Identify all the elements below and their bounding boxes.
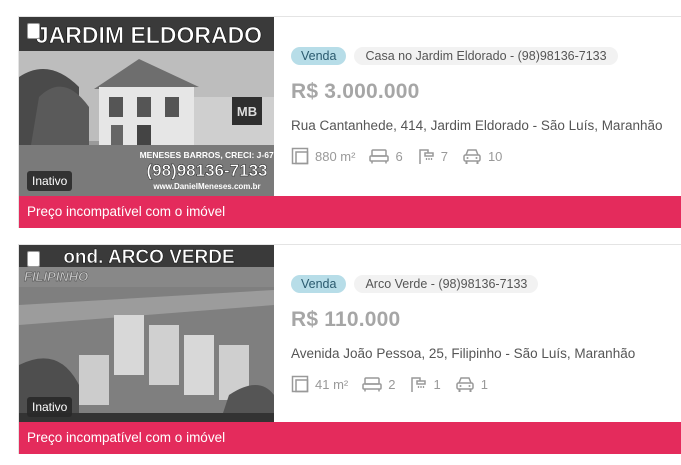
parking-value: 1 [480,376,488,392]
photo-banner-text: ond. ARCO VERDE [63,247,234,268]
shower-icon [418,149,434,164]
shower-icon [411,377,427,392]
deal-type-badge: Venda [291,275,347,293]
area-value: 880 m² [315,148,356,164]
car-icon [463,148,481,164]
listing-title[interactable]: Casa no Jardim Eldorado - (98)98136-7133 [354,47,618,65]
bookmark-icon[interactable] [27,251,40,267]
feature-parking: 10 [462,148,502,165]
feature-parking: 1 [455,376,488,393]
bed-icon [369,149,390,164]
bathrooms-value: 1 [433,376,441,392]
status-badge: Inativo [27,397,73,417]
listing-photo-image: JARDIM ELDORADO MB MENESES BARROS, CRECI… [19,17,274,197]
photo-banner-text: JARDIM ELDORADO [36,22,262,48]
listing-card[interactable]: JARDIM ELDORADO MB MENESES BARROS, CRECI… [18,16,681,228]
area-icon [291,147,309,165]
bed-icon [362,377,382,392]
svg-text:MB: MB [237,104,257,119]
listing-price: R$ 3.000.000 [291,80,420,103]
bookmark-icon[interactable] [27,23,40,39]
listing-price: R$ 110.000 [291,308,401,331]
listing-photo[interactable]: JARDIM ELDORADO MB MENESES BARROS, CRECI… [19,17,274,197]
feature-bedrooms: 2 [362,376,395,392]
feature-area: 41 m² [291,375,348,393]
parking-value: 10 [487,148,503,164]
bedrooms-value: 2 [388,376,396,392]
listing-info: Venda Casa no Jardim Eldorado - (98)9813… [291,47,671,165]
listing-card[interactable]: ond. ARCO VERDE FILIPINHO Inativo Venda … [18,244,681,454]
feature-bathrooms: 7 [417,147,448,165]
photo-site-text: www.DanielMeneses.com.br [152,182,260,191]
area-icon [291,375,309,393]
listing-address: Avenida João Pessoa, 25, Filipinho - São… [291,346,636,361]
photo-phone-text: (98)98136-7133 [147,161,268,180]
feature-bathrooms: 1 [409,375,441,393]
price-warning-banner: Preço incompatível com o imóvel [19,422,681,454]
deal-type-badge: Venda [291,47,347,65]
bathrooms-value: 7 [440,148,448,164]
listing-address: Rua Cantanhede, 414, Jardim Eldorado - S… [291,118,663,133]
photo-contact-text: MENESES BARROS, CRECI: J-676 [140,150,274,160]
area-value: 41 m² [315,376,349,392]
feature-area: 880 m² [291,147,355,165]
status-badge: Inativo [27,171,73,191]
bedrooms-value: 6 [395,148,403,164]
feature-bedrooms: 6 [369,148,403,164]
listing-features: 41 m² 2 1 1 [291,375,671,393]
listing-info: Venda Arco Verde - (98)98136-7133 R$ 110… [291,275,671,393]
listing-title[interactable]: Arco Verde - (98)98136-7133 [354,275,539,293]
listing-features: 880 m² 6 7 10 [291,147,671,165]
listing-photo[interactable]: ond. ARCO VERDE FILIPINHO Inativo [19,245,274,423]
price-warning-banner: Preço incompatível com o imóvel [19,196,681,228]
car-icon [455,376,474,392]
